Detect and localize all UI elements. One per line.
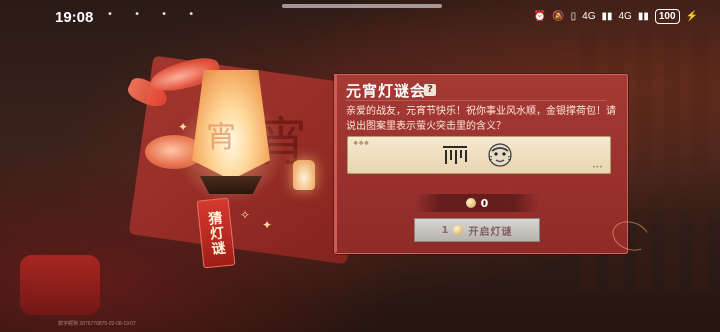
watermark: 数字昵称 2876770875-02-08-19:07 — [58, 321, 136, 327]
status-bar: 19:08 • • • • ⏰ 🔕 ▯ 4G ▮▮ 4G ▮▮ 100 ⚡ — [0, 0, 720, 34]
signal-4g-label: 4G — [582, 11, 596, 22]
tiger-head-icon — [488, 143, 512, 167]
dialog-accent-edge — [334, 74, 337, 252]
points-display: 0 — [415, 194, 539, 212]
lantern-base — [200, 176, 262, 194]
sparkle-icon: ✧ — [240, 208, 251, 222]
card-dots: ••• — [592, 164, 603, 171]
lantern-character: 宵 — [206, 120, 236, 155]
riddle-tag-label: 猜灯谜 — [205, 209, 227, 257]
help-icon[interactable]: ? — [424, 84, 436, 96]
button-cost: 1 — [441, 224, 449, 236]
button-label: 开启灯谜 — [468, 226, 513, 238]
firefly-sign-icon — [443, 146, 467, 164]
dialog-title: 元宵灯谜会 — [346, 82, 427, 100]
mute-icon: 🔕 — [552, 11, 565, 22]
card-ornament: ❖❖❖ — [353, 140, 370, 147]
status-time: 19:08 — [55, 9, 94, 26]
coin-icon — [453, 225, 464, 235]
status-icons: ⏰ 🔕 ▯ 4G ▮▮ 4G ▮▮ 100 ⚡ — [534, 9, 698, 24]
coin-icon — [465, 198, 476, 208]
riddle-picture — [443, 143, 512, 167]
top-handle-pill — [282, 4, 442, 8]
battery-icon: 100 — [654, 9, 680, 24]
charging-icon: ⚡ — [685, 11, 698, 22]
title-divider — [346, 100, 606, 101]
wifi-icon: ▮▮ — [637, 11, 649, 22]
riddle-description: 亲爱的战友，元宵节快乐！祝你事业风水顺，金银撑荷包！请说出图案里表示萤火突击里的… — [346, 106, 616, 132]
background-red-lantern — [20, 255, 100, 315]
notification-dots: • • • • — [107, 9, 204, 20]
points-value: 0 — [480, 196, 489, 210]
open-riddle-button[interactable]: 1 开启灯谜 — [414, 218, 540, 242]
signal-4g-label-2: 4G — [618, 11, 632, 22]
sparkle-icon: ✦ — [262, 218, 273, 232]
signal-icon: ▮▮ — [601, 11, 613, 22]
small-sky-lantern — [293, 160, 315, 190]
vibrate-icon: ▯ — [570, 11, 577, 22]
alarm-icon: ⏰ — [533, 11, 547, 22]
